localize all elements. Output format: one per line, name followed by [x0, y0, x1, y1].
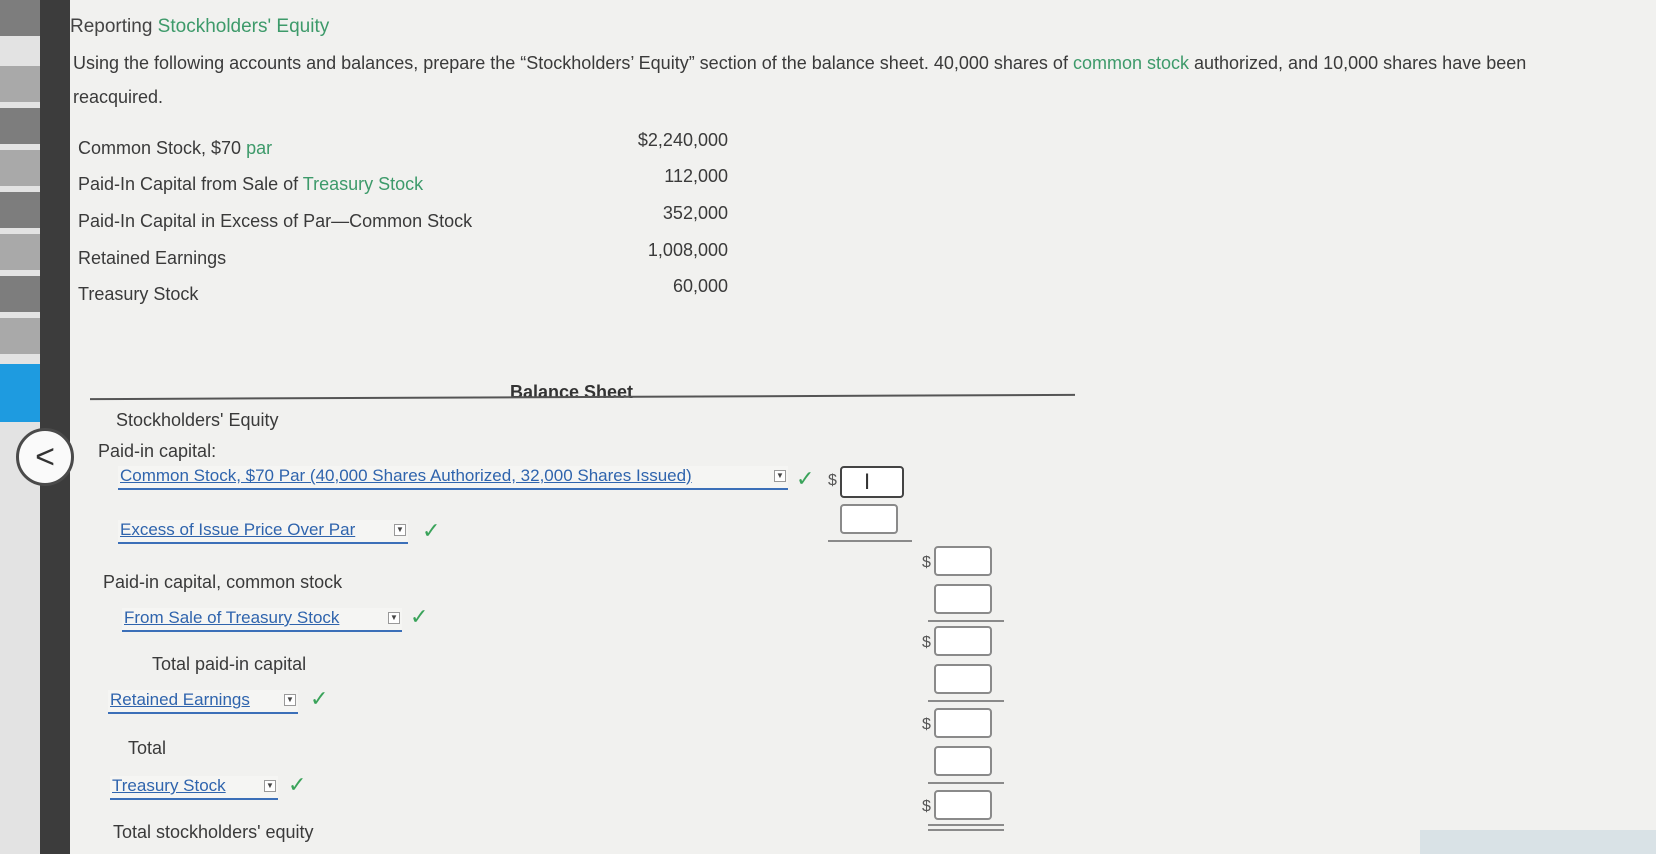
- text-cursor-icon: I: [864, 469, 871, 494]
- amount-input-treasury[interactable]: [934, 746, 992, 776]
- dark-rail: [40, 0, 70, 854]
- correct-check-icon: ✓: [796, 466, 815, 491]
- dollar-sign: $: [922, 716, 931, 733]
- title-link[interactable]: Stockholders' Equity: [158, 16, 330, 37]
- account-row: Retained Earnings 1,008,000: [78, 240, 728, 268]
- sidebar-tab[interactable]: [0, 234, 40, 270]
- dropdown-caret-icon: ▼: [264, 780, 276, 792]
- back-button[interactable]: <: [16, 428, 74, 486]
- amount-input-total[interactable]: [934, 708, 992, 738]
- account-select-common-stock[interactable]: Common Stock, $70 Par (40,000 Shares Aut…: [118, 466, 788, 490]
- subtotal-rule: [828, 540, 912, 542]
- account-select-excess[interactable]: Excess of Issue Price Over Par ▼: [118, 520, 408, 544]
- paid-in-capital-label: Paid-in capital:: [98, 441, 217, 461]
- total-equity-label: Total stockholders' equity: [113, 822, 314, 842]
- dropdown-caret-icon: ▼: [284, 694, 296, 706]
- sidebar-tab-active[interactable]: [0, 364, 40, 422]
- account-amount: 352,000: [662, 203, 728, 223]
- subtotal-rule: [928, 700, 1004, 702]
- amount-input-total-equity[interactable]: [934, 790, 992, 820]
- amount-input-treasury-sale[interactable]: [934, 584, 992, 614]
- sidebar-tab[interactable]: [0, 66, 40, 102]
- sidebar-tab[interactable]: [0, 0, 40, 36]
- question-content: Reporting Stockholders' Equity Using the…: [70, 0, 1656, 854]
- dropdown-caret-icon: ▼: [774, 470, 786, 482]
- subtotal-rule: [928, 782, 1004, 784]
- total-paid-in-label: Total paid-in capital: [152, 654, 307, 674]
- correct-check-icon: ✓: [310, 686, 329, 711]
- dollar-sign: $: [828, 472, 837, 489]
- sidebar-tab[interactable]: [0, 276, 40, 312]
- par-link[interactable]: par: [246, 138, 272, 158]
- account-amount: 60,000: [672, 276, 728, 296]
- sidebar-tab[interactable]: [0, 150, 40, 186]
- correct-check-icon: ✓: [410, 604, 429, 629]
- account-amount: 112,000: [664, 166, 728, 186]
- amount-input-retained[interactable]: [934, 664, 992, 694]
- account-select-treasury-sale[interactable]: From Sale of Treasury Stock ▼: [122, 608, 402, 632]
- account-row: Paid-In Capital in Excess of Par—Common …: [78, 203, 728, 231]
- account-row: Treasury Stock 60,000: [78, 276, 728, 304]
- common-stock-link[interactable]: common stock: [1073, 53, 1189, 73]
- sidebar-tab[interactable]: [0, 108, 40, 144]
- treasury-stock-link[interactable]: Treasury Stock: [303, 174, 423, 194]
- paid-in-common-label: Paid-in capital, common stock: [103, 572, 343, 592]
- correct-check-icon: ✓: [422, 518, 441, 543]
- total-label: Total: [128, 738, 167, 758]
- question-title: Reporting Stockholders' Equity: [70, 16, 330, 37]
- amount-input-total-paid-in[interactable]: [934, 626, 992, 656]
- dollar-sign: $: [922, 798, 931, 815]
- subtotal-rule: [928, 620, 1004, 622]
- amount-input-paid-in-common[interactable]: [934, 546, 992, 576]
- account-row: Paid-In Capital from Sale of Treasury St…: [78, 166, 728, 194]
- dollar-sign: $: [922, 554, 931, 571]
- correct-check-icon: ✓: [288, 772, 307, 797]
- amount-input-common-stock[interactable]: I: [840, 466, 904, 498]
- dropdown-caret-icon: ▼: [394, 524, 406, 536]
- account-amount: $2,240,000: [637, 130, 728, 150]
- dollar-sign: $: [922, 634, 931, 651]
- account-amount: 1,008,000: [647, 240, 728, 260]
- question-intro: Using the following accounts and balance…: [73, 53, 1527, 107]
- account-row: Common Stock, $70 par $2,240,000: [78, 130, 728, 158]
- dropdown-caret-icon: ▼: [388, 612, 400, 624]
- left-sidebar-strip: [0, 0, 40, 854]
- section-heading: Stockholders' Equity: [116, 410, 279, 430]
- balance-sheet-title: Balance Sheet: [510, 382, 634, 402]
- account-select-treasury[interactable]: Treasury Stock ▼: [110, 776, 278, 800]
- account-select-retained[interactable]: Retained Earnings ▼: [108, 690, 298, 714]
- total-double-rule: [928, 824, 1004, 831]
- amount-input-excess[interactable]: [840, 504, 898, 534]
- footer-panel: [1420, 830, 1656, 854]
- sidebar-tab[interactable]: [0, 192, 40, 228]
- chevron-left-icon: <: [35, 438, 55, 476]
- sidebar-tab[interactable]: [0, 318, 40, 354]
